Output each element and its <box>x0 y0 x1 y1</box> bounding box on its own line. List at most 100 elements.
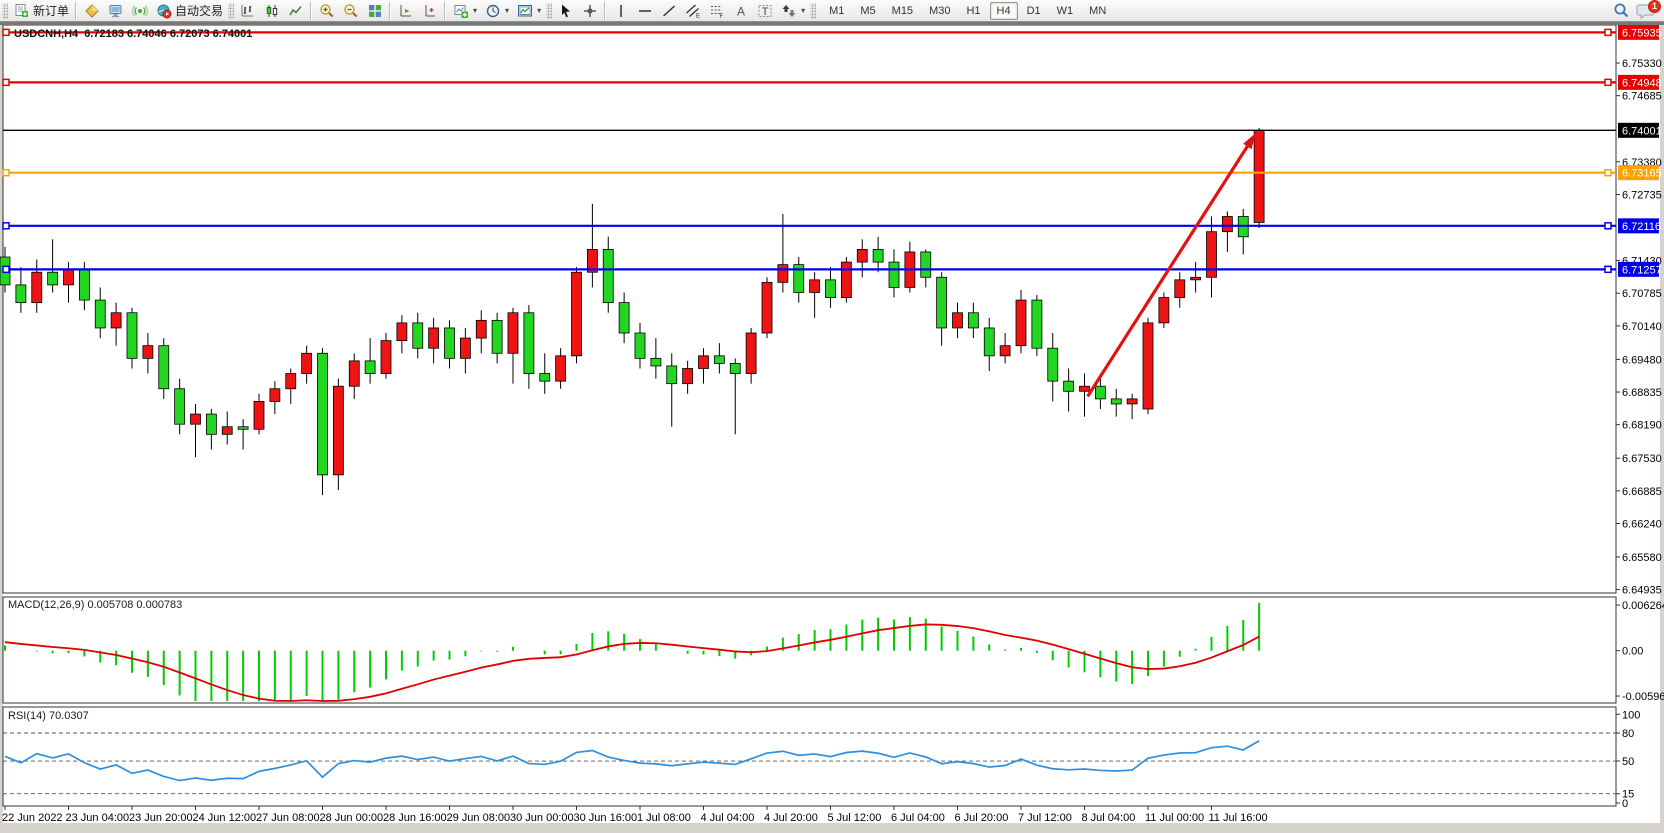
toolbar: 新订单 自动交易 <box>0 0 1664 22</box>
signal-waves-icon <box>131 2 148 19</box>
price-tick-label: 6.68835 <box>1622 387 1662 399</box>
arrow-shapes-icon <box>780 2 797 19</box>
candlestick-chart-icon <box>263 2 280 19</box>
rsi-axis-label: 100 <box>1622 709 1640 721</box>
zoom-in-button[interactable] <box>315 1 338 21</box>
tf-button-M15[interactable]: M15 <box>885 2 920 20</box>
line-anchor-marker[interactable] <box>1605 223 1611 229</box>
time-tick-label: 11 Jul 16:00 <box>1209 812 1268 824</box>
line-anchor-marker[interactable] <box>1605 79 1611 85</box>
price-tick-label: 6.67530 <box>1622 453 1662 465</box>
crosshair-button[interactable] <box>578 1 601 21</box>
tf-button-M5[interactable]: M5 <box>853 2 882 20</box>
candlestick-chart-button[interactable] <box>260 1 283 21</box>
line-anchor-marker[interactable] <box>1605 29 1611 35</box>
toolbar-right-group: 1 <box>1613 2 1658 20</box>
equidistant-channel-button[interactable]: E <box>681 1 704 21</box>
candle <box>1143 318 1153 414</box>
macd-panel[interactable] <box>3 597 1616 703</box>
time-tick-label: 8 Jul 04:00 <box>1082 812 1136 824</box>
bar-chart-button[interactable] <box>236 1 259 21</box>
text-label-icon: T <box>756 2 773 19</box>
chart-shift-button[interactable] <box>418 1 441 21</box>
strategy-tester-button[interactable] <box>128 1 151 21</box>
tf-button-W1[interactable]: W1 <box>1050 2 1081 20</box>
zoom-in-icon <box>318 2 335 19</box>
price-tick-label: 6.66885 <box>1622 486 1662 498</box>
line-anchor-marker[interactable] <box>1605 266 1611 272</box>
auto-scroll-button[interactable] <box>394 1 417 21</box>
equidistant-channel-icon: E <box>684 2 701 19</box>
time-tick-label: 6 Jul 04:00 <box>891 812 945 824</box>
svg-text:T: T <box>761 6 768 18</box>
tf-button-M30[interactable]: M30 <box>922 2 957 20</box>
macd-indicator-label: MACD(12,26,9) 0.005708 0.000783 <box>8 599 182 611</box>
dropdown-caret-icon: ▾ <box>473 6 477 15</box>
crosshair-icon <box>581 2 598 19</box>
rsi-axis-label: 0 <box>1622 798 1628 810</box>
tf-button-H1[interactable]: H1 <box>959 2 987 20</box>
add-indicator-icon <box>452 2 469 19</box>
rsi-indicator-label: RSI(14) 70.0307 <box>8 710 89 722</box>
line-anchor-marker[interactable] <box>3 223 9 229</box>
new-order-button[interactable]: 新订单 <box>10 1 72 21</box>
tf-button-D1[interactable]: D1 <box>1020 2 1048 20</box>
dropdown-caret-icon: ▾ <box>505 6 509 15</box>
candle <box>333 379 343 490</box>
price-tick-label: 6.69480 <box>1622 354 1662 366</box>
search-icon[interactable] <box>1613 2 1630 19</box>
metaeditor-button[interactable] <box>80 1 103 21</box>
toolbar-grip[interactable] <box>546 3 552 19</box>
bar-chart-icon <box>239 2 256 19</box>
tf-button-H4[interactable]: H4 <box>990 2 1018 20</box>
rsi-axis-label: 80 <box>1622 728 1634 740</box>
price-tick-label: 6.70140 <box>1622 321 1662 333</box>
dropdown-caret-icon: ▾ <box>537 6 541 15</box>
tf-button-M1[interactable]: M1 <box>822 2 851 20</box>
periods-button[interactable]: ▾ <box>481 1 512 21</box>
zoom-out-button[interactable] <box>339 1 362 21</box>
toolbar-grip[interactable] <box>2 3 8 19</box>
macd-axis-label: 0.00 <box>1622 646 1643 658</box>
text-button[interactable]: A <box>729 1 752 21</box>
clock-icon <box>484 2 501 19</box>
main-price-panel[interactable] <box>3 25 1616 593</box>
line-anchor-marker[interactable] <box>3 79 9 85</box>
indicators-button[interactable]: ▾ <box>449 1 480 21</box>
vertical-line-button[interactable] <box>609 1 632 21</box>
arrows-button[interactable]: ▾ <box>777 1 808 21</box>
horizontal-line-button[interactable] <box>633 1 656 21</box>
fibonacci-icon: F <box>708 2 725 19</box>
line-chart-button[interactable] <box>284 1 307 21</box>
time-tick-label: 23 Jun 20:00 <box>129 812 193 824</box>
chart-canvas[interactable]: 6.753306.746856.733806.727356.714306.707… <box>0 0 1664 833</box>
new-order-icon <box>13 2 30 19</box>
autotrading-globe-icon <box>155 2 172 19</box>
tf-button-MN[interactable]: MN <box>1082 2 1113 20</box>
candle <box>1254 128 1264 228</box>
time-tick-label: 29 Jun 08:00 <box>447 812 511 824</box>
toolbar-separator <box>389 2 391 20</box>
line-anchor-marker[interactable] <box>3 29 9 35</box>
line-anchor-marker[interactable] <box>3 266 9 272</box>
terminal-button[interactable] <box>104 1 127 21</box>
trendline-button[interactable] <box>657 1 680 21</box>
candle <box>841 257 851 303</box>
line-anchor-marker[interactable] <box>3 170 9 176</box>
price-badge-label: 6.73165 <box>1622 168 1662 180</box>
toolbar-grip[interactable] <box>228 3 234 19</box>
cursor-button[interactable] <box>554 1 577 21</box>
fibonacci-button[interactable]: F <box>705 1 728 21</box>
line-anchor-marker[interactable] <box>1605 170 1611 176</box>
autotrading-button[interactable]: 自动交易 <box>152 1 226 21</box>
templates-button[interactable]: ▾ <box>513 1 544 21</box>
chat-button[interactable]: 1 <box>1636 2 1658 20</box>
text-label-button[interactable]: T <box>753 1 776 21</box>
toolbar-grip[interactable] <box>810 3 816 19</box>
rsi-panel[interactable] <box>3 707 1616 806</box>
template-icon <box>516 2 533 19</box>
time-tick-label: 4 Jul 20:00 <box>764 812 818 824</box>
candle <box>572 267 582 363</box>
tile-windows-button[interactable] <box>363 1 386 21</box>
price-badge-label: 6.72116 <box>1622 221 1661 233</box>
